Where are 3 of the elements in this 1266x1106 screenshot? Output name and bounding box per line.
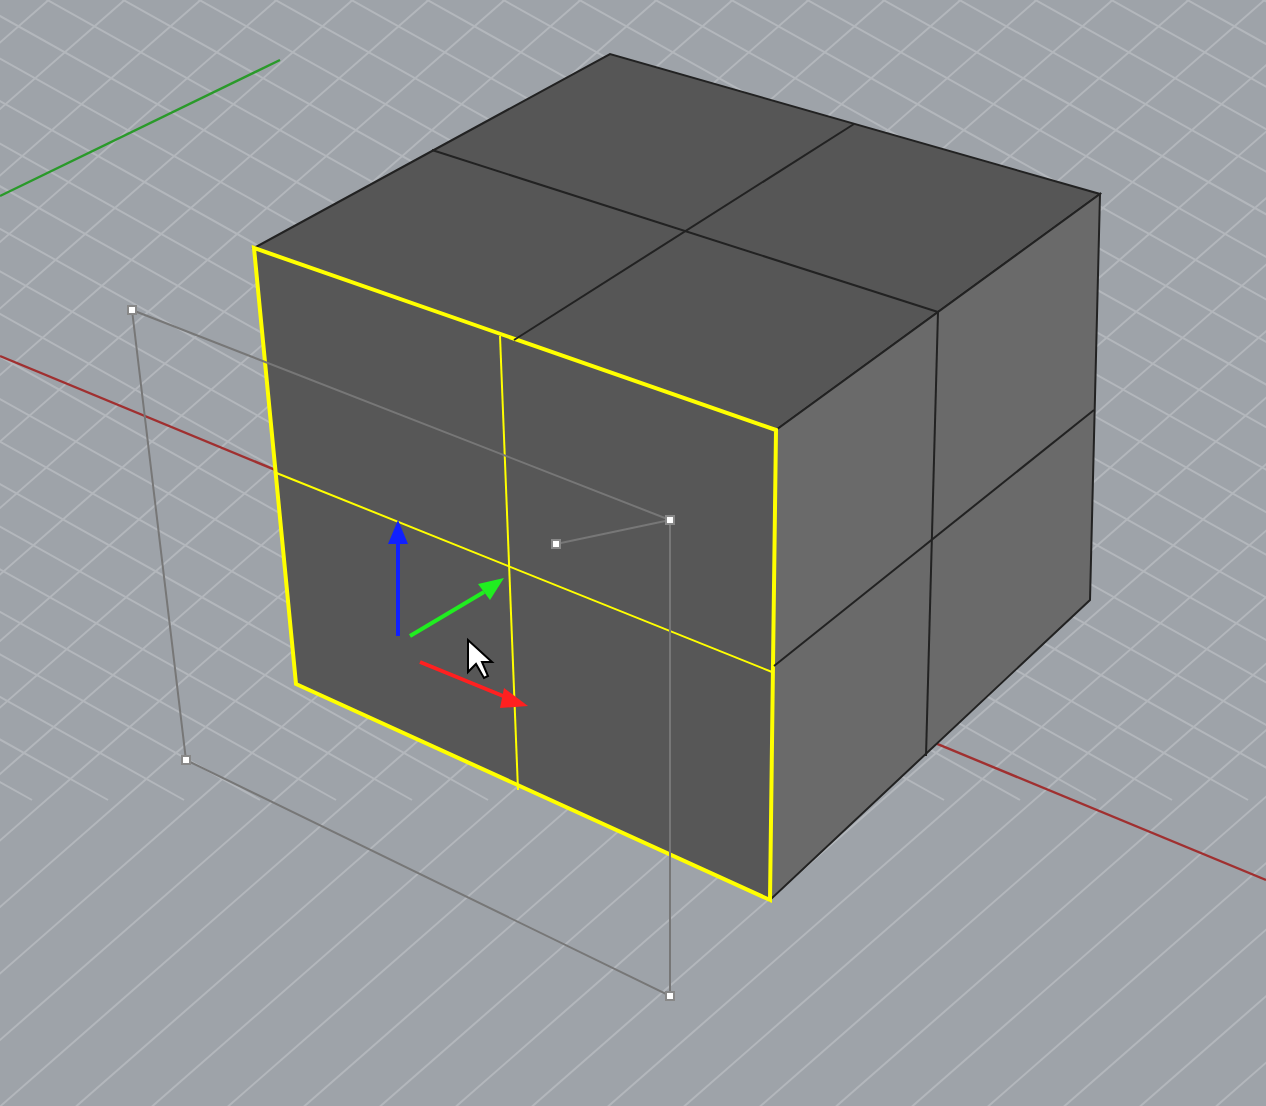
gizmo-drawing[interactable] bbox=[388, 520, 528, 708]
cursor-icon bbox=[467, 637, 495, 680]
cube-drawing[interactable] bbox=[251, 52, 1103, 904]
